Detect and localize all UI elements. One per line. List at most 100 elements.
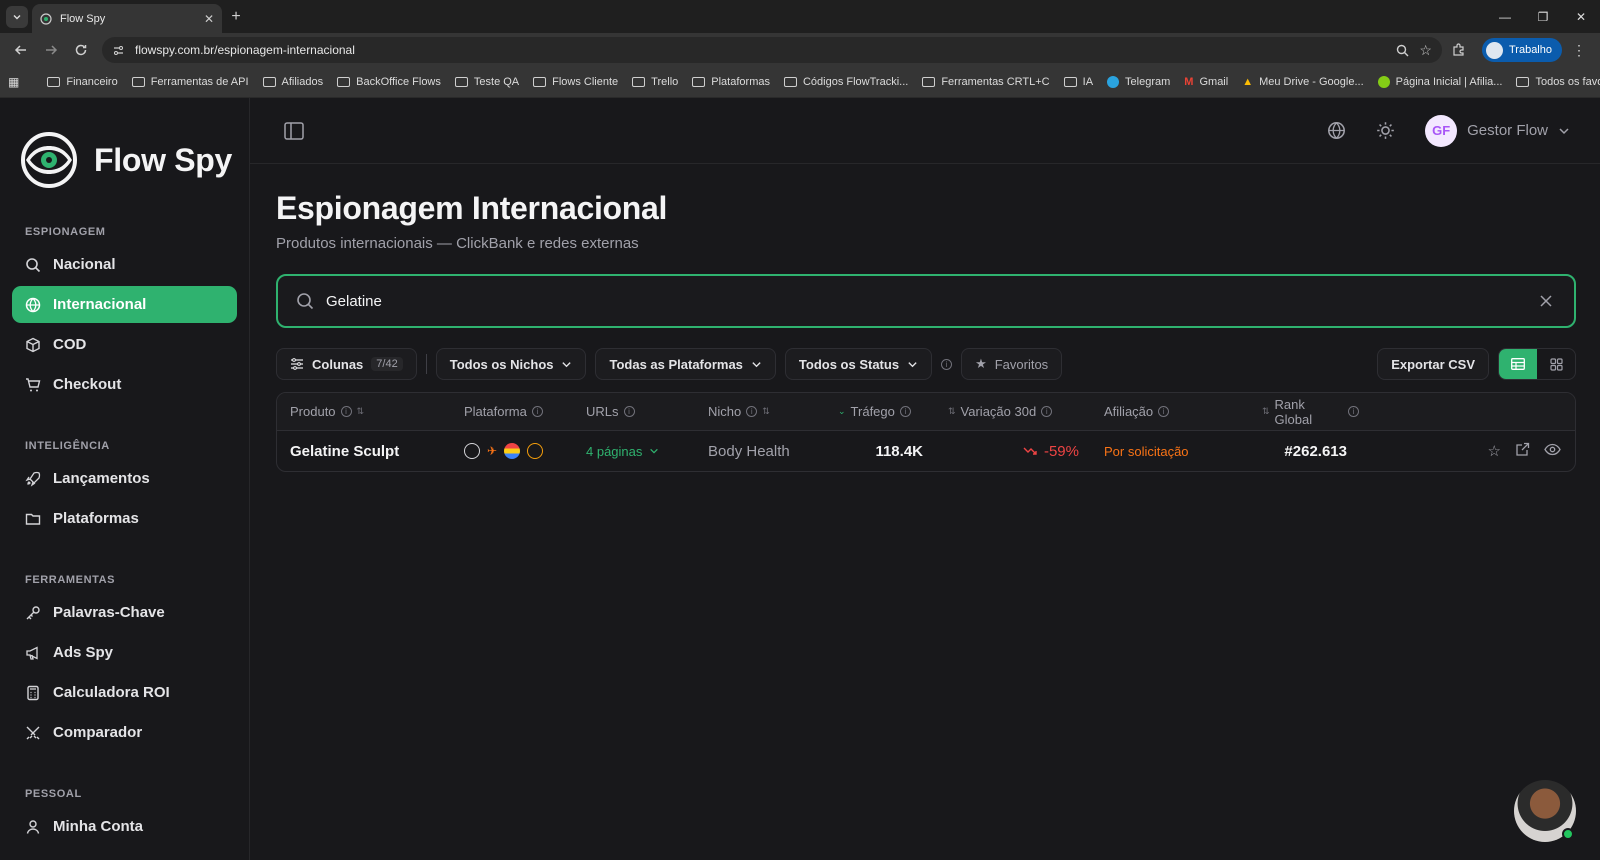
- back-button[interactable]: [8, 37, 34, 63]
- column-header-nicho[interactable]: Nicho i ⇅: [695, 404, 825, 419]
- forward-button[interactable]: [38, 37, 64, 63]
- new-tab-button[interactable]: +: [222, 3, 250, 31]
- favorites-button[interactable]: ★ Favoritos: [961, 348, 1063, 380]
- bookmark-item[interactable]: Telegram: [1107, 76, 1170, 88]
- bookmark-item[interactable]: BackOffice Flows: [337, 76, 441, 88]
- toggle-sidebar-icon[interactable]: [284, 121, 304, 140]
- sidebar-item-plataformas[interactable]: Plataformas: [12, 500, 237, 537]
- grid-view-button[interactable]: [1537, 349, 1575, 379]
- sidebar-item-nacional[interactable]: Nacional: [12, 246, 237, 283]
- columns-button[interactable]: Colunas 7/42: [276, 348, 417, 380]
- star-icon: ★: [975, 356, 987, 371]
- external-link-icon[interactable]: [1515, 442, 1530, 457]
- variation-cell: -59%: [935, 443, 1091, 460]
- profile-button[interactable]: Trabalho: [1481, 38, 1562, 62]
- extensions-button[interactable]: [1446, 37, 1472, 63]
- bookmark-item[interactable]: Página Inicial | Afilia...: [1377, 76, 1502, 88]
- bookmark-item[interactable]: Financeiro: [47, 76, 118, 88]
- bookmark-star-icon[interactable]: ☆: [1419, 42, 1432, 59]
- drive-icon: ▲: [1242, 76, 1254, 88]
- bookmark-item[interactable]: Plataformas: [692, 76, 770, 88]
- swords-icon: [26, 726, 40, 739]
- tab-search-button[interactable]: [6, 6, 28, 28]
- eye-logo-icon: [21, 132, 77, 188]
- sidebar-item-lancamentos[interactable]: Lançamentos: [12, 460, 237, 497]
- niche-filter-select[interactable]: Todos os Nichos: [435, 348, 587, 380]
- table-view-button[interactable]: [1499, 349, 1537, 379]
- bookmark-item[interactable]: Teste QA: [454, 76, 519, 88]
- product-name[interactable]: Gelatine Sculpt: [277, 443, 451, 460]
- bookmark-item[interactable]: Flows Cliente: [533, 76, 618, 88]
- apps-grid-icon[interactable]: ▦: [8, 75, 19, 89]
- bookmark-item[interactable]: IA: [1063, 76, 1093, 88]
- sidebar-item-minha-conta[interactable]: Minha Conta: [12, 808, 237, 845]
- support-chat-avatar[interactable]: [1514, 780, 1576, 842]
- niche-filter-label: Todos os Nichos: [449, 356, 554, 372]
- sidebar-item-checkout[interactable]: Checkout: [12, 366, 237, 403]
- sidebar-item-comparador[interactable]: Comparador: [12, 714, 237, 751]
- sidebar-item-label: COD: [53, 336, 87, 353]
- urls-dropdown[interactable]: 4 páginas: [573, 444, 695, 459]
- chevron-down-icon: [13, 15, 21, 20]
- maximize-button[interactable]: ❐: [1524, 0, 1562, 33]
- status-info-icon[interactable]: i: [941, 358, 953, 370]
- bookmark-item[interactable]: Ferramentas CRTL+C: [922, 76, 1050, 88]
- folder-icon: [692, 77, 706, 87]
- sidebar-item-label: Ads Spy: [53, 644, 114, 661]
- language-globe-icon[interactable]: [1327, 121, 1346, 140]
- table-row[interactable]: Gelatine Sculpt ✈ 4 páginas Body Health …: [277, 431, 1575, 471]
- favorite-star-icon[interactable]: ☆: [1488, 442, 1501, 460]
- browser-toolbar: flowspy.com.br/espionagem-internacional …: [0, 33, 1600, 67]
- row-actions: ☆: [1359, 442, 1575, 460]
- bookmark-item[interactable]: Afiliados: [262, 76, 323, 88]
- zoom-icon[interactable]: [1396, 44, 1409, 57]
- site-settings-icon[interactable]: [112, 44, 125, 57]
- bookmark-item[interactable]: Trello: [632, 76, 678, 88]
- sidebar-item-ads-spy[interactable]: Ads Spy: [12, 634, 237, 671]
- minimize-button[interactable]: —: [1486, 0, 1524, 33]
- browser-tabbar: Flow Spy ✕ + — ❐ ✕: [0, 0, 1600, 33]
- all-bookmarks[interactable]: Todos os favoritos: [1516, 76, 1600, 88]
- address-bar[interactable]: flowspy.com.br/espionagem-internacional …: [102, 37, 1442, 63]
- platform-filter-select[interactable]: Todas as Plataformas: [595, 348, 776, 380]
- columns-label: Colunas: [312, 356, 364, 372]
- sidebar-item-cod[interactable]: COD: [12, 326, 237, 363]
- column-header-urls[interactable]: URLs i: [573, 404, 695, 419]
- bookmarks-bar: ▦ Financeiro Ferramentas de API Afiliado…: [0, 67, 1600, 98]
- rank-value: #262.613: [1284, 442, 1347, 460]
- telegram-icon: [1107, 76, 1120, 88]
- sidebar-item-internacional[interactable]: Internacional: [12, 286, 237, 323]
- grid-icon: [1549, 357, 1563, 371]
- trend-down-icon: [1023, 447, 1037, 455]
- bookmark-item[interactable]: M Gmail: [1184, 76, 1228, 88]
- logo[interactable]: Flow Spy: [12, 98, 237, 222]
- chevron-down-icon: [562, 361, 572, 367]
- user-menu[interactable]: GF Gestor Flow: [1425, 114, 1570, 147]
- puzzle-icon: [1453, 43, 1464, 56]
- folder-icon: [533, 77, 547, 87]
- column-header-produto[interactable]: Produto i ⇅: [277, 404, 451, 419]
- status-filter-select[interactable]: Todos os Status: [784, 348, 933, 380]
- sidebar-item-palavras-chave[interactable]: Palavras-Chave: [12, 594, 237, 631]
- filters-divider: [425, 354, 427, 374]
- browser-tab[interactable]: Flow Spy ✕: [32, 4, 222, 33]
- column-header-rank[interactable]: ⇅ Rank Global i: [1249, 397, 1359, 427]
- column-header-trafego[interactable]: ⌄ Tráfego i: [825, 404, 935, 419]
- bookmark-item[interactable]: Ferramentas de API: [131, 76, 249, 88]
- bookmark-item[interactable]: ▲ Meu Drive - Google...: [1242, 76, 1363, 88]
- clear-search-icon[interactable]: [1540, 295, 1552, 307]
- bookmark-item[interactable]: Códigos FlowTracki...: [783, 76, 908, 88]
- close-tab-icon[interactable]: ✕: [204, 12, 214, 26]
- column-header-plataforma[interactable]: Plataforma i: [451, 404, 573, 419]
- column-header-afiliacao[interactable]: Afiliação i: [1091, 404, 1249, 419]
- column-header-variacao[interactable]: ⇅ Variação 30d i: [935, 404, 1091, 419]
- close-window-button[interactable]: ✕: [1562, 0, 1600, 33]
- theme-sun-icon[interactable]: [1376, 121, 1395, 140]
- search-input[interactable]: [326, 292, 1528, 310]
- browser-menu-button[interactable]: ⋮: [1566, 37, 1592, 63]
- eye-icon[interactable]: [1544, 442, 1561, 457]
- page-title: Espionagem Internacional: [276, 190, 668, 226]
- reload-button[interactable]: [68, 37, 94, 63]
- sidebar-item-calculadora-roi[interactable]: Calculadora ROI: [12, 674, 237, 711]
- export-csv-button[interactable]: Exportar CSV: [1377, 348, 1489, 380]
